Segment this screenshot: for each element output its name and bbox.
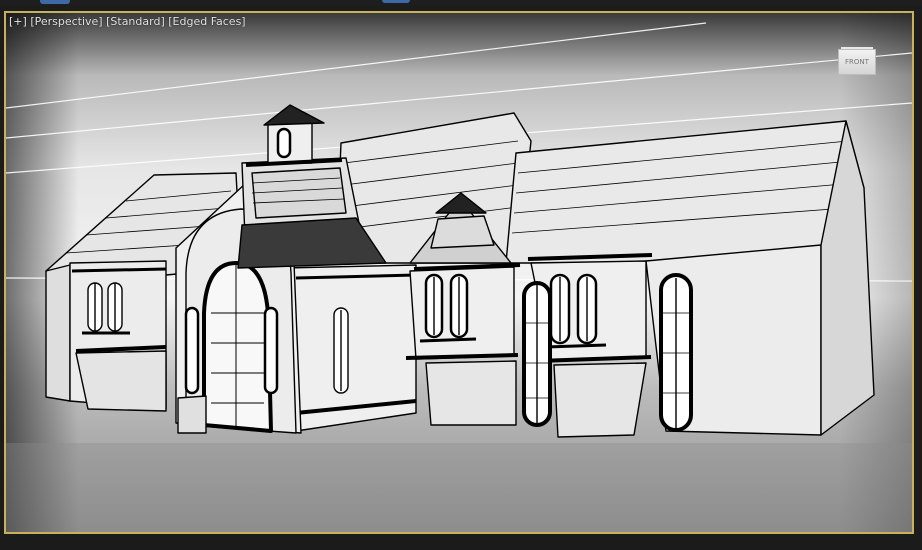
viewcube-icon[interactable]: FRONT <box>838 47 878 79</box>
viewport-bottom-edge <box>0 534 922 550</box>
viewport-general-menu[interactable]: [+] <box>9 15 27 28</box>
ground-plane <box>6 443 912 532</box>
toolbar-tab[interactable] <box>382 0 410 3</box>
viewcube-front-face[interactable]: FRONT <box>838 49 876 75</box>
scene-canvas <box>6 13 912 532</box>
main-toolbar-edge <box>0 0 922 5</box>
toolbar-tab[interactable] <box>40 0 70 4</box>
viewport-point-of-view-menu[interactable]: [Perspective] <box>30 15 102 28</box>
viewport-edges-menu[interactable]: [Edged Faces] <box>168 15 245 28</box>
perspective-viewport[interactable]: [+] [Perspective] [Standard] [Edged Face… <box>4 11 914 534</box>
viewport-shading-menu[interactable]: [Standard] <box>106 15 165 28</box>
viewport-label-menu[interactable]: [+] [Perspective] [Standard] [Edged Face… <box>9 15 246 28</box>
